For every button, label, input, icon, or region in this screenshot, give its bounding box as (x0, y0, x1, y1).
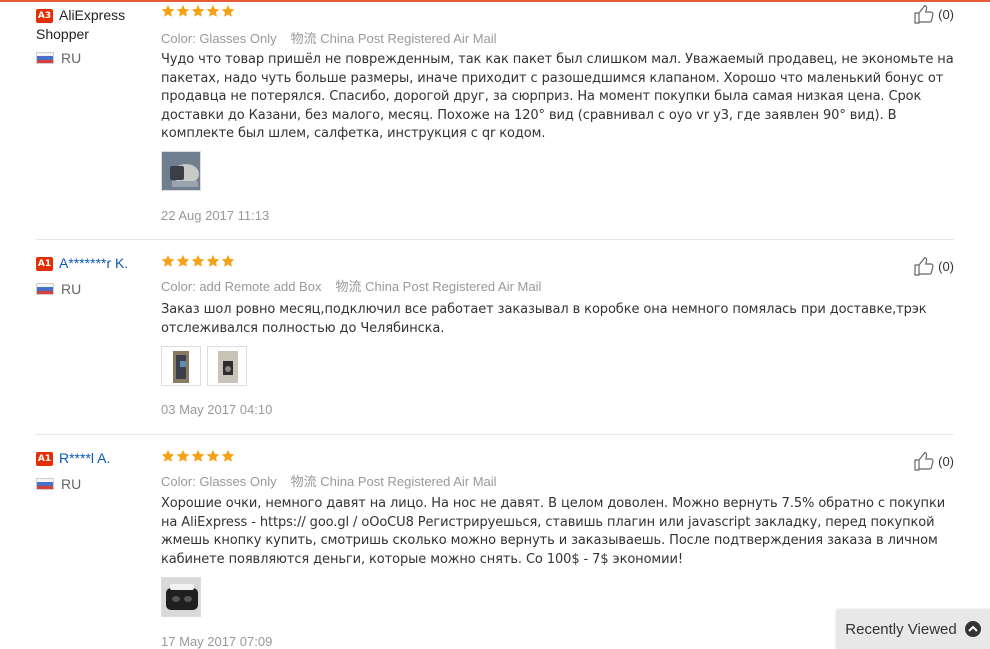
recently-viewed-button[interactable]: Recently Viewed (836, 609, 990, 649)
level-badge: A3 (36, 9, 53, 23)
review-photo-thumbnail[interactable] (161, 151, 201, 191)
star-icon (191, 254, 205, 267)
reviewer-country: RU (36, 476, 81, 492)
level-badge: A1 (36, 452, 53, 466)
reviewer-country: RU (36, 281, 81, 297)
star-icon (191, 4, 205, 17)
star-icon (161, 449, 175, 462)
star-icon (206, 449, 220, 462)
reviewer-country: RU (36, 50, 81, 66)
helpful-button[interactable]: (0) (913, 451, 954, 471)
reviewer-name[interactable]: A1 A*******r K. (36, 254, 156, 273)
star-rating (161, 4, 235, 22)
order-info: Color: Glasses Only 物流 China Post Registe… (161, 474, 497, 489)
star-rating (161, 254, 235, 272)
review-text: Заказ шол ровно месяц,подключил все рабо… (161, 302, 927, 336)
star-icon (176, 4, 190, 17)
star-icon (221, 449, 235, 462)
helpful-button[interactable]: (0) (913, 256, 954, 276)
star-icon (206, 254, 220, 267)
russia-flag-icon (36, 478, 54, 490)
review-date: 03 May 2017 04:10 (161, 402, 273, 417)
helpful-button[interactable]: (0) (913, 4, 954, 24)
reviewer-info: A1 A*******r K. RU (36, 254, 156, 297)
star-rating (161, 449, 235, 467)
review-divider (36, 434, 954, 435)
review-photo-thumbnail[interactable] (161, 577, 201, 617)
review-photo-thumbnail[interactable] (161, 346, 201, 386)
reviewer-name: A3 AliExpress Shopper (36, 7, 126, 42)
thumbs-up-icon (914, 256, 934, 276)
chevron-up-icon (964, 621, 981, 637)
reviewer-info: A3 AliExpress Shopper RU (36, 6, 156, 66)
star-icon (161, 254, 175, 267)
review-date: 17 May 2017 07:09 (161, 634, 273, 649)
russia-flag-icon (36, 283, 54, 295)
review-divider (36, 239, 954, 240)
star-icon (161, 4, 175, 17)
review-text: Хорошие очки, немного давят на лицо. На … (161, 496, 946, 567)
top-divider (0, 0, 990, 2)
thumbs-up-icon (914, 451, 934, 471)
reviewer-name[interactable]: A1 R****l A. (36, 449, 156, 468)
reviewer-info: A1 R****l A. RU (36, 449, 156, 492)
review-date: 22 Aug 2017 11:13 (161, 208, 270, 223)
review-photos (161, 151, 201, 191)
star-icon (221, 4, 235, 17)
review-photo-thumbnail[interactable] (207, 346, 247, 386)
order-info: Color: add Remote add Box 物流 China Post R… (161, 279, 542, 294)
review-text: Чудо что товар пришёл не поврежденным, т… (161, 52, 954, 141)
star-icon (176, 254, 190, 267)
star-icon (176, 449, 190, 462)
level-badge: A1 (36, 257, 53, 271)
order-info: Color: Glasses Only 物流 China Post Registe… (161, 31, 497, 46)
review-photos (161, 577, 201, 617)
star-icon (206, 4, 220, 17)
russia-flag-icon (36, 52, 54, 64)
star-icon (191, 449, 205, 462)
star-icon (221, 254, 235, 267)
review-photos (161, 346, 247, 386)
thumbs-up-icon (914, 4, 934, 24)
